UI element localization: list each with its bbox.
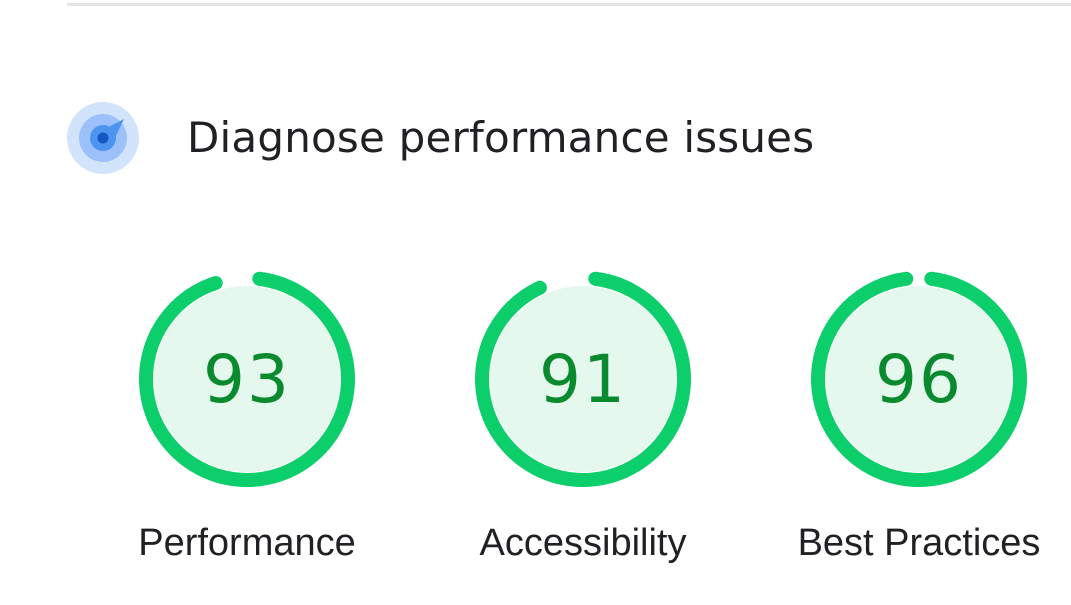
gauge-accessibility[interactable]: 91: [474, 270, 692, 488]
gauge-label-best-practices: Best Practices: [797, 522, 1041, 564]
gauge-label-performance: Performance: [138, 522, 356, 564]
gauge-score: 96: [875, 340, 963, 418]
gauge-score: 91: [539, 340, 627, 418]
gauge-label-accessibility: Accessibility: [479, 522, 687, 564]
gauge-performance[interactable]: 93: [138, 270, 356, 488]
gauge-score: 93: [203, 340, 291, 418]
score-gauges: 93 Performance 91 Accessibility 96 Best …: [0, 0, 1071, 605]
gauge-best-practices[interactable]: 96: [810, 270, 1028, 488]
